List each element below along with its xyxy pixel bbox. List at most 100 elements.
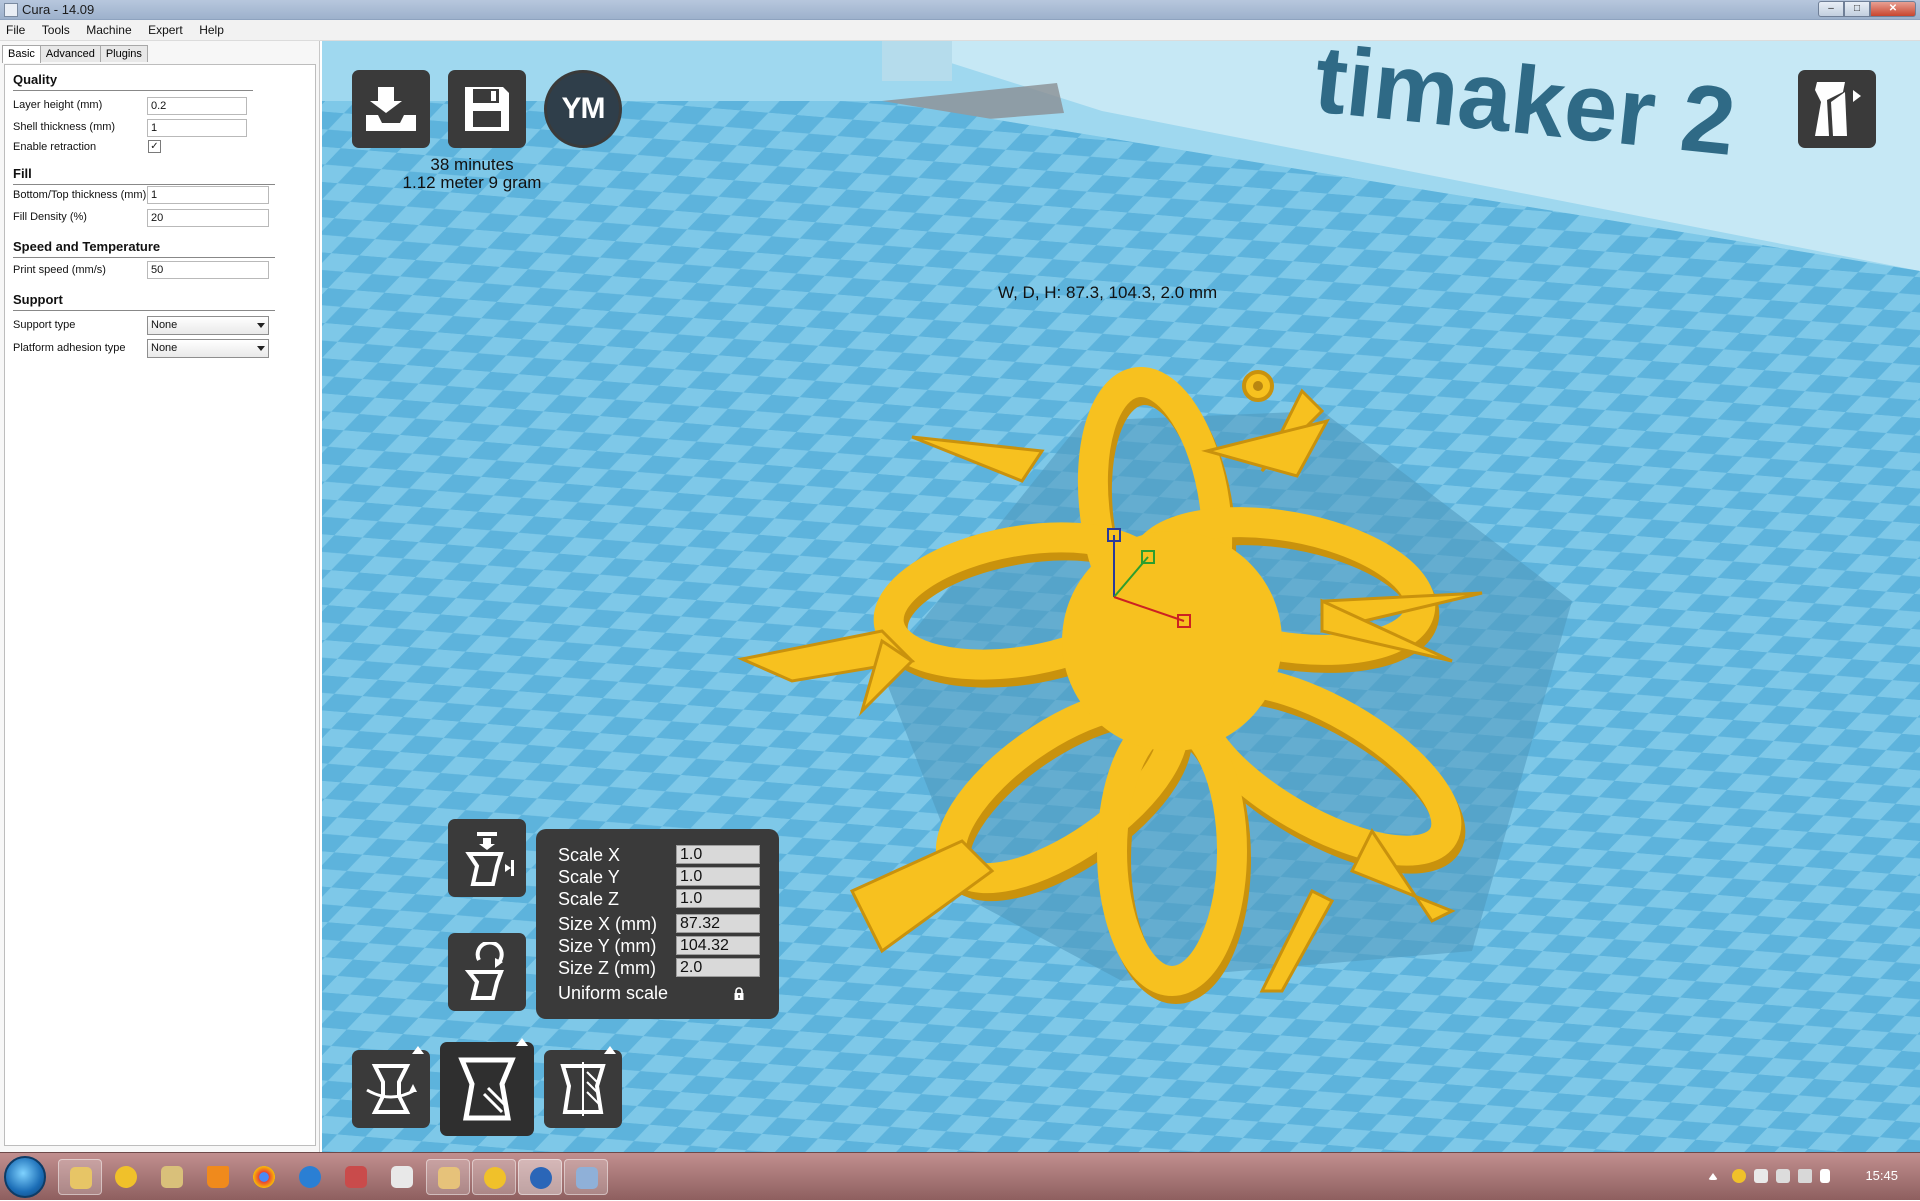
- load-model-button[interactable]: [352, 70, 430, 148]
- section-divider: [13, 184, 275, 185]
- mail-icon: [438, 1167, 460, 1189]
- folder-icon: [70, 1167, 92, 1189]
- support-type-select[interactable]: None: [147, 316, 269, 335]
- mirror-tool-button[interactable]: [544, 1046, 622, 1128]
- scale-x-label: Scale X: [558, 845, 621, 865]
- document-icon: [391, 1166, 413, 1188]
- submenu-indicator: [412, 1046, 424, 1054]
- lay-flat-icon: [465, 832, 514, 886]
- shell-thickness-input[interactable]: 1: [147, 119, 247, 137]
- show-hidden-icons-icon[interactable]: [1708, 1173, 1718, 1180]
- section-divider: [13, 310, 275, 311]
- section-fill-title: Fill: [13, 166, 32, 181]
- load-model-icon: [366, 87, 416, 131]
- tray-device-icon[interactable]: [1754, 1169, 1768, 1183]
- shell-thickness-label: Shell thickness (mm): [13, 121, 116, 133]
- menu-expert[interactable]: Expert: [142, 20, 189, 40]
- fill-density-label: Fill Density (%): [13, 211, 87, 223]
- view-mode-button[interactable]: [1798, 70, 1876, 148]
- fill-density-input[interactable]: 20: [147, 209, 269, 227]
- volume-icon[interactable]: [1798, 1169, 1812, 1183]
- section-support-title: Support: [13, 292, 63, 307]
- platform-adhesion-select[interactable]: None: [147, 339, 269, 358]
- tray-messenger-icon[interactable]: [1732, 1169, 1746, 1183]
- taskbar-cura[interactable]: [518, 1159, 562, 1195]
- layer-height-input[interactable]: 0.2: [147, 97, 247, 115]
- taskbar-chrome[interactable]: [242, 1159, 286, 1195]
- mirror-icon: [560, 1062, 606, 1116]
- support-type-value: None: [151, 319, 178, 331]
- machine-block: [882, 41, 952, 81]
- scale-y-input[interactable]: 1.0: [676, 867, 760, 886]
- app-icon: [4, 3, 18, 17]
- save-toolpath-button[interactable]: [448, 70, 526, 148]
- scale-tool-button[interactable]: [440, 1038, 534, 1136]
- size-z-input[interactable]: 2.0: [676, 958, 760, 977]
- enable-retraction-checkbox[interactable]: ✓: [148, 140, 161, 153]
- lay-flat-button[interactable]: [448, 819, 526, 897]
- print-speed-input[interactable]: 50: [147, 261, 269, 279]
- maximize-button[interactable]: □: [1844, 1, 1870, 17]
- menu-help[interactable]: Help: [193, 20, 230, 40]
- size-x-input[interactable]: 87.32: [676, 914, 760, 933]
- menu-file[interactable]: File: [0, 20, 31, 40]
- system-tray: 15:45: [1700, 1153, 1920, 1201]
- tab-basic[interactable]: Basic: [2, 45, 41, 63]
- scale-panel: Scale X 1.0 Scale Y 1.0 Scale Z 1.0 Size…: [536, 829, 779, 1019]
- taskbar-vlc[interactable]: [196, 1159, 240, 1195]
- reset-icon: [464, 942, 504, 1000]
- tab-advanced[interactable]: Advanced: [39, 45, 101, 62]
- settings-panel: Basic Advanced Plugins Quality Layer heigh…: [0, 41, 320, 1152]
- menu-machine[interactable]: Machine: [80, 20, 137, 40]
- taskbar-messenger-window[interactable]: [472, 1159, 516, 1195]
- taskbar-explorer[interactable]: [58, 1159, 102, 1195]
- start-button[interactable]: [4, 1156, 46, 1198]
- taskbar-paint[interactable]: [564, 1159, 608, 1195]
- uniform-scale-label: Uniform scale: [558, 983, 669, 1003]
- taskbar-ie[interactable]: [288, 1159, 332, 1195]
- taskbar-mail[interactable]: [426, 1159, 470, 1195]
- section-divider: [13, 257, 275, 258]
- taskbar-tool[interactable]: [150, 1159, 194, 1195]
- 3d-viewport[interactable]: timaker 2 YM 38 minutes 1.12 meter 9 gra…: [322, 41, 1920, 1152]
- scale-z-label: Scale Z: [558, 889, 620, 909]
- print-material: 1.12 meter 9 gram: [402, 173, 542, 192]
- action-center-flag-icon[interactable]: [1820, 1169, 1830, 1183]
- close-button[interactable]: ✕: [1870, 1, 1916, 17]
- support-type-label: Support type: [13, 319, 76, 331]
- basic-settings-page: Quality Layer height (mm) 0.2 Shell thic…: [4, 64, 316, 1146]
- menu-tools[interactable]: Tools: [36, 20, 76, 40]
- size-x-label: Size X (mm): [558, 914, 657, 934]
- rotate-icon: [366, 1064, 417, 1114]
- uniform-scale-row: Uniform scale: [558, 983, 758, 1003]
- youmagine-button[interactable]: YM: [544, 70, 622, 148]
- chrome-icon: [253, 1166, 275, 1188]
- smiley-icon: [484, 1167, 506, 1189]
- platform-adhesion-value: None: [151, 342, 178, 354]
- lock-icon[interactable]: [732, 987, 746, 1001]
- taskbar: 15:45: [0, 1152, 1920, 1200]
- app-icon: [345, 1166, 367, 1188]
- scale-z-input[interactable]: 1.0: [676, 889, 760, 908]
- taskbar-word[interactable]: [380, 1159, 424, 1195]
- size-y-input[interactable]: 104.32: [676, 936, 760, 955]
- reset-button[interactable]: [448, 933, 526, 1011]
- minimize-button[interactable]: –: [1818, 1, 1844, 17]
- tab-plugins[interactable]: Plugins: [99, 45, 148, 62]
- taskbar-app[interactable]: [334, 1159, 378, 1195]
- bottom-top-thickness-label: Bottom/Top thickness (mm): [13, 189, 147, 201]
- bottom-top-thickness-input[interactable]: 1: [147, 186, 269, 204]
- scale-x-input[interactable]: 1.0: [676, 845, 760, 864]
- model-dimensions: W, D, H: 87.3, 104.3, 2.0 mm: [998, 283, 1218, 302]
- layer-height-label: Layer height (mm): [13, 99, 103, 111]
- print-time: 38 minutes: [430, 155, 514, 174]
- vlc-icon: [207, 1166, 229, 1188]
- clock[interactable]: 15:45: [1865, 1168, 1898, 1183]
- network-icon[interactable]: [1776, 1169, 1790, 1183]
- title-bar: Cura - 14.09 – □ ✕: [0, 0, 1920, 20]
- scale-y-label: Scale Y: [558, 867, 620, 887]
- platform-adhesion-label: Platform adhesion type: [13, 342, 126, 354]
- submenu-indicator: [604, 1046, 616, 1054]
- rotate-tool-button[interactable]: [352, 1046, 430, 1128]
- taskbar-messenger[interactable]: [104, 1159, 148, 1195]
